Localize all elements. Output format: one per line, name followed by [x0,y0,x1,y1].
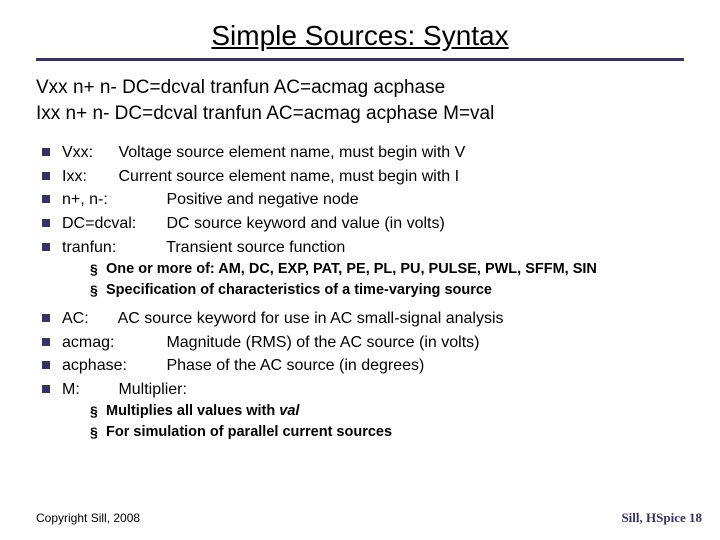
sub-item: For simulation of parallel current sourc… [90,423,684,442]
desc: Phase of the AC source (in degrees) [166,357,424,374]
sub-list-tranfun: One or more of: AM, DC, EXP, PAT, PE, PL… [36,260,684,300]
footer-right: Sill, HSpice 18 [621,510,702,526]
slide-title: Simple Sources: Syntax [36,20,684,61]
desc: AC source keyword for use in AC small-si… [118,310,504,327]
term: n+, n-: [62,189,162,211]
desc: Transient source function [166,239,345,256]
list-item: n+, n-: Positive and negative node [40,189,684,211]
term: AC: [62,308,114,330]
list-item: acphase: Phase of the AC source (in degr… [40,355,684,377]
list-item: AC: AC source keyword for use in AC smal… [40,308,684,330]
sub-item-pre: Multiplies all values with [106,403,279,419]
syntax-line-ixx: Ixx n+ n- DC=dcval tranfun AC=acmag acph… [36,101,684,127]
desc: Magnitude (RMS) of the AC source (in vol… [166,334,479,351]
syntax-block: Vxx n+ n- DC=dcval tranfun AC=acmag acph… [36,75,684,126]
term: DC=dcval: [62,213,162,235]
desc: Voltage source element name, must begin … [118,144,465,161]
syntax-line-vxx: Vxx n+ n- DC=dcval tranfun AC=acmag acph… [36,75,684,101]
page-number: 18 [689,510,702,525]
list-item: DC=dcval: DC source keyword and value (i… [40,213,684,235]
list-item: Vxx: Voltage source element name, must b… [40,142,684,164]
term: M: [62,379,114,401]
term: tranfun: [62,237,162,259]
list-item: tranfun: Transient source function [40,237,684,259]
list-item: acmag: Magnitude (RMS) of the AC source … [40,332,684,354]
term: acphase: [62,355,162,377]
bullet-list-bottom: AC: AC source keyword for use in AC smal… [36,308,684,400]
list-item: Ixx: Current source element name, must b… [40,166,684,188]
term: Ixx: [62,166,114,188]
desc: Current source element name, must begin … [118,168,459,185]
list-item: M: Multiplier: [40,379,684,401]
footer-label: Sill, HSpice [621,510,685,525]
term: Vxx: [62,142,114,164]
term: acmag: [62,332,162,354]
sub-item-em: val [279,403,299,419]
sub-item: Specification of characteristics of a ti… [90,281,684,300]
desc: Positive and negative node [166,191,358,208]
slide: Simple Sources: Syntax Vxx n+ n- DC=dcva… [0,0,720,540]
footer: Copyright Sill, 2008 Sill, HSpice 18 [36,510,702,526]
bullet-list-top: Vxx: Voltage source element name, must b… [36,142,684,258]
desc: DC source keyword and value (in volts) [166,215,444,232]
desc: Multiplier: [118,381,186,398]
sub-item: Multiplies all values with val [90,402,684,421]
copyright: Copyright Sill, 2008 [36,511,140,525]
sub-list-multiplier: Multiplies all values with val For simul… [36,402,684,442]
sub-item: One or more of: AM, DC, EXP, PAT, PE, PL… [90,260,684,279]
